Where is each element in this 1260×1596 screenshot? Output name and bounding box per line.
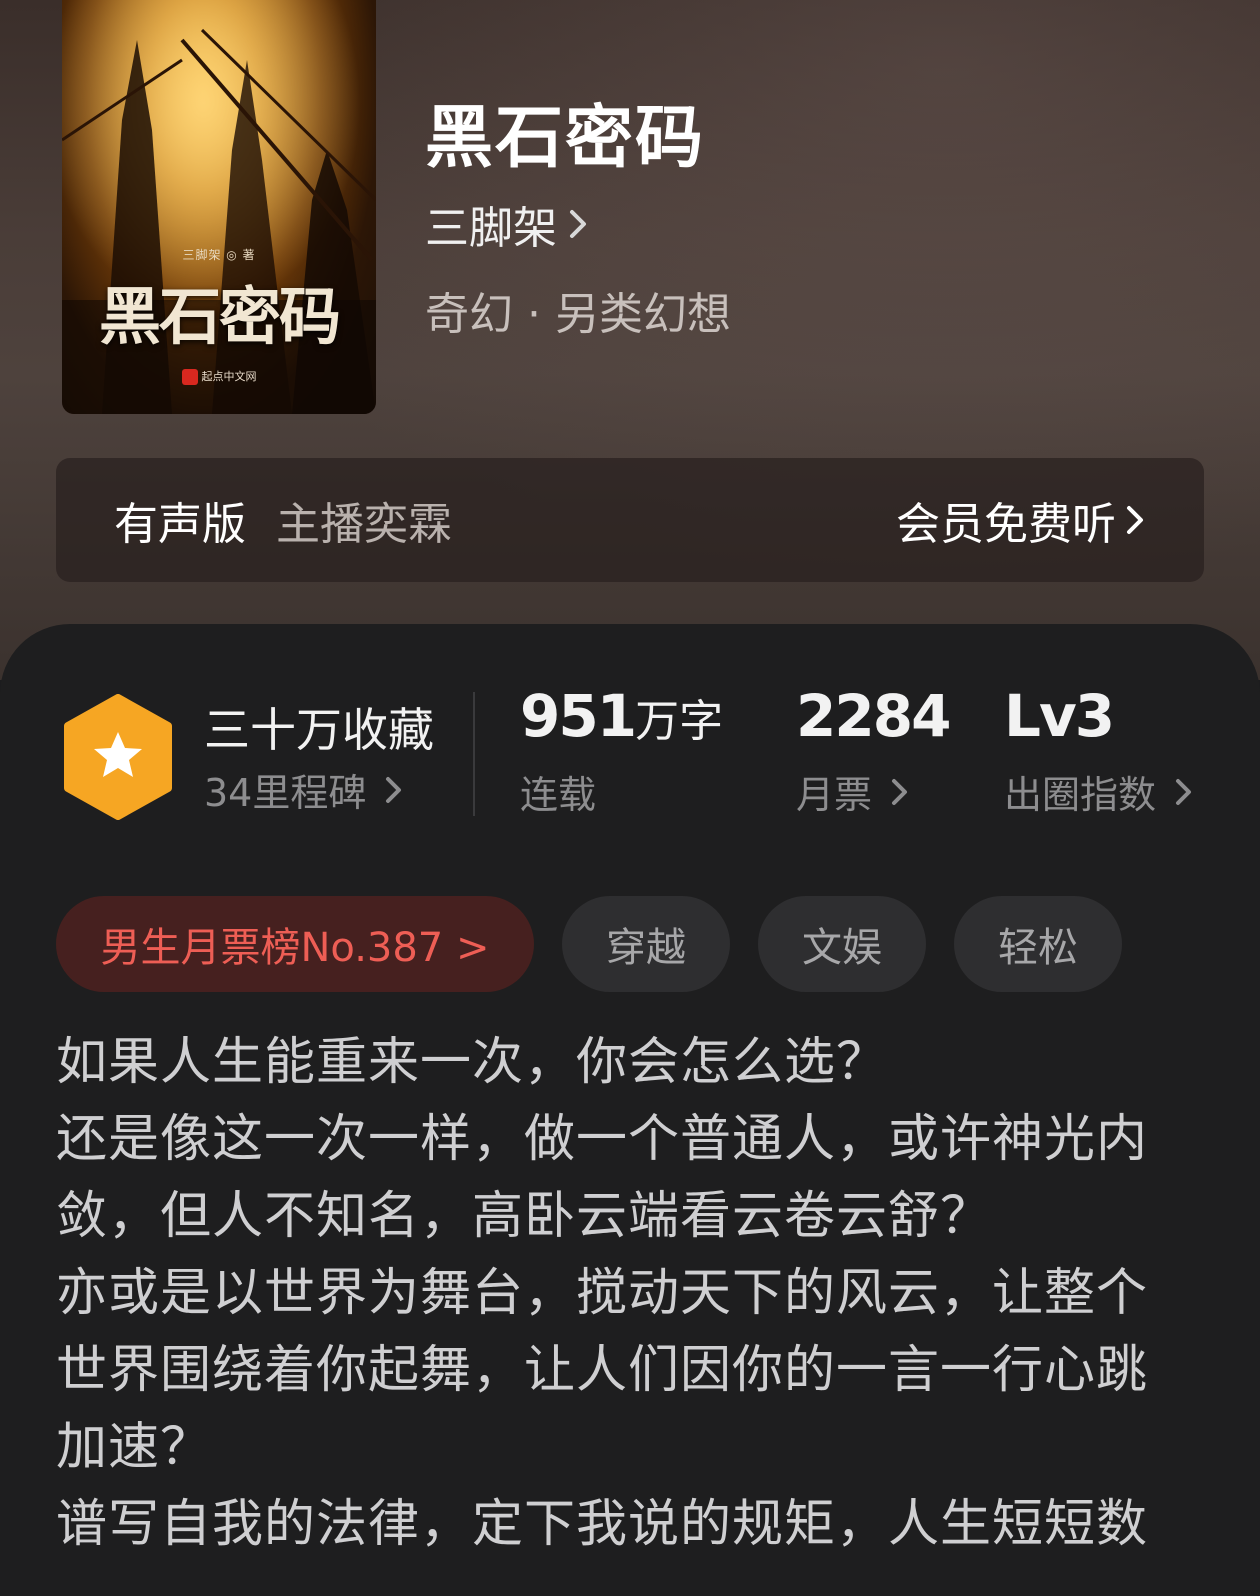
- word-count-value: 951: [520, 682, 637, 750]
- cover-author: 三脚架 ◎ 著: [182, 248, 256, 262]
- synopsis-line: 世界围绕着你起舞，让人们因你的一言一行心跳: [56, 1341, 1149, 1400]
- stats-divider: [473, 692, 475, 816]
- author-link[interactable]: 三脚架: [425, 192, 589, 256]
- milestone-label: 34里程碑: [204, 771, 367, 815]
- audio-version-bar[interactable]: 有声版 主播奕霖 会员免费听: [56, 458, 1204, 582]
- book-detail-sheet: 三十万收藏 34里程碑 951万字 连载 2284 月票 Lv3 出圈指数 男生…: [0, 624, 1260, 1596]
- serial-status: 连载: [520, 764, 596, 819]
- synopsis-line: 如果人生能重来一次，你会怎么选？: [56, 1033, 889, 1092]
- stats-row: 三十万收藏 34里程碑 951万字 连载 2284 月票 Lv3 出圈指数: [0, 624, 1260, 854]
- influence-index-value: Lv3: [1004, 682, 1115, 750]
- tag-row: 男生月票榜No.387 > 穿越 文娱 轻松: [56, 896, 1122, 992]
- word-count: 951万字: [520, 682, 723, 750]
- chevron-right-icon: [892, 778, 908, 805]
- monthly-tickets-label: 月票: [796, 773, 873, 817]
- synopsis-line: 敛，但人不知名，高卧云端看云卷云舒？: [56, 1187, 993, 1246]
- chevron-right-icon: [386, 776, 402, 803]
- cover-title: 黑石密码: [98, 280, 341, 353]
- star-badge-icon: [64, 694, 172, 820]
- collection-title: 三十万收藏: [204, 703, 434, 757]
- synopsis-line: 谱写自我的法律，定下我说的规矩，人生短短数: [56, 1495, 1149, 1554]
- author-name: 三脚架: [425, 203, 557, 254]
- cover-publisher-name: 起点中文网: [201, 370, 257, 383]
- audio-cta-label: 会员免费听: [896, 499, 1116, 550]
- monthly-tickets-link[interactable]: 月票: [796, 764, 914, 819]
- monthly-tickets-value: 2284: [796, 682, 951, 750]
- word-count-unit: 万字: [635, 696, 724, 747]
- milestone-link[interactable]: 34里程碑: [204, 762, 408, 817]
- audio-label: 有声版: [114, 499, 246, 550]
- book-cover[interactable]: 三脚架 ◎ 著 黑石密码 起点中文网: [62, 0, 376, 414]
- serial-status-label: 连载: [520, 773, 597, 817]
- publisher-logo-icon: [181, 369, 198, 385]
- synopsis-line: 亦或是以世界为舞台，搅动天下的风云，让整个: [56, 1264, 1149, 1323]
- audio-host: 主播奕霖: [276, 499, 452, 550]
- genre-label: 奇幻 · 另类幻想: [425, 289, 731, 340]
- tag-entertainment[interactable]: 文娱: [758, 896, 926, 992]
- tag-monthly-rank[interactable]: 男生月票榜No.387 >: [56, 896, 534, 992]
- synopsis-line: 加速？: [56, 1418, 213, 1477]
- cover-publisher: 起点中文网: [62, 368, 376, 385]
- tag-relaxed[interactable]: 轻松: [954, 896, 1122, 992]
- influence-index-link[interactable]: 出圈指数: [1004, 764, 1198, 819]
- chevron-right-icon: [570, 210, 586, 238]
- chevron-right-icon: [1127, 506, 1143, 534]
- book-title: 黑石密码: [425, 98, 706, 178]
- tag-time-travel[interactable]: 穿越: [562, 896, 730, 992]
- influence-index: Lv3: [1004, 682, 1115, 750]
- synopsis-line: 还是像这一次一样，做一个普通人，或许神光内: [56, 1110, 1149, 1169]
- header-background: 三脚架 ◎ 著 黑石密码 起点中文网 黑石密码 三脚架 奇幻 · 另类幻想 有声…: [0, 0, 1260, 680]
- influence-index-label: 出圈指数: [1004, 773, 1157, 817]
- monthly-tickets: 2284: [796, 682, 951, 750]
- book-synopsis[interactable]: 如果人生能重来一次，你会怎么选？ 还是像这一次一样，做一个普通人，或许神光内 敛…: [56, 1024, 1206, 1563]
- member-free-listen-button[interactable]: 会员免费听: [896, 488, 1146, 552]
- chevron-right-icon: [1176, 778, 1192, 805]
